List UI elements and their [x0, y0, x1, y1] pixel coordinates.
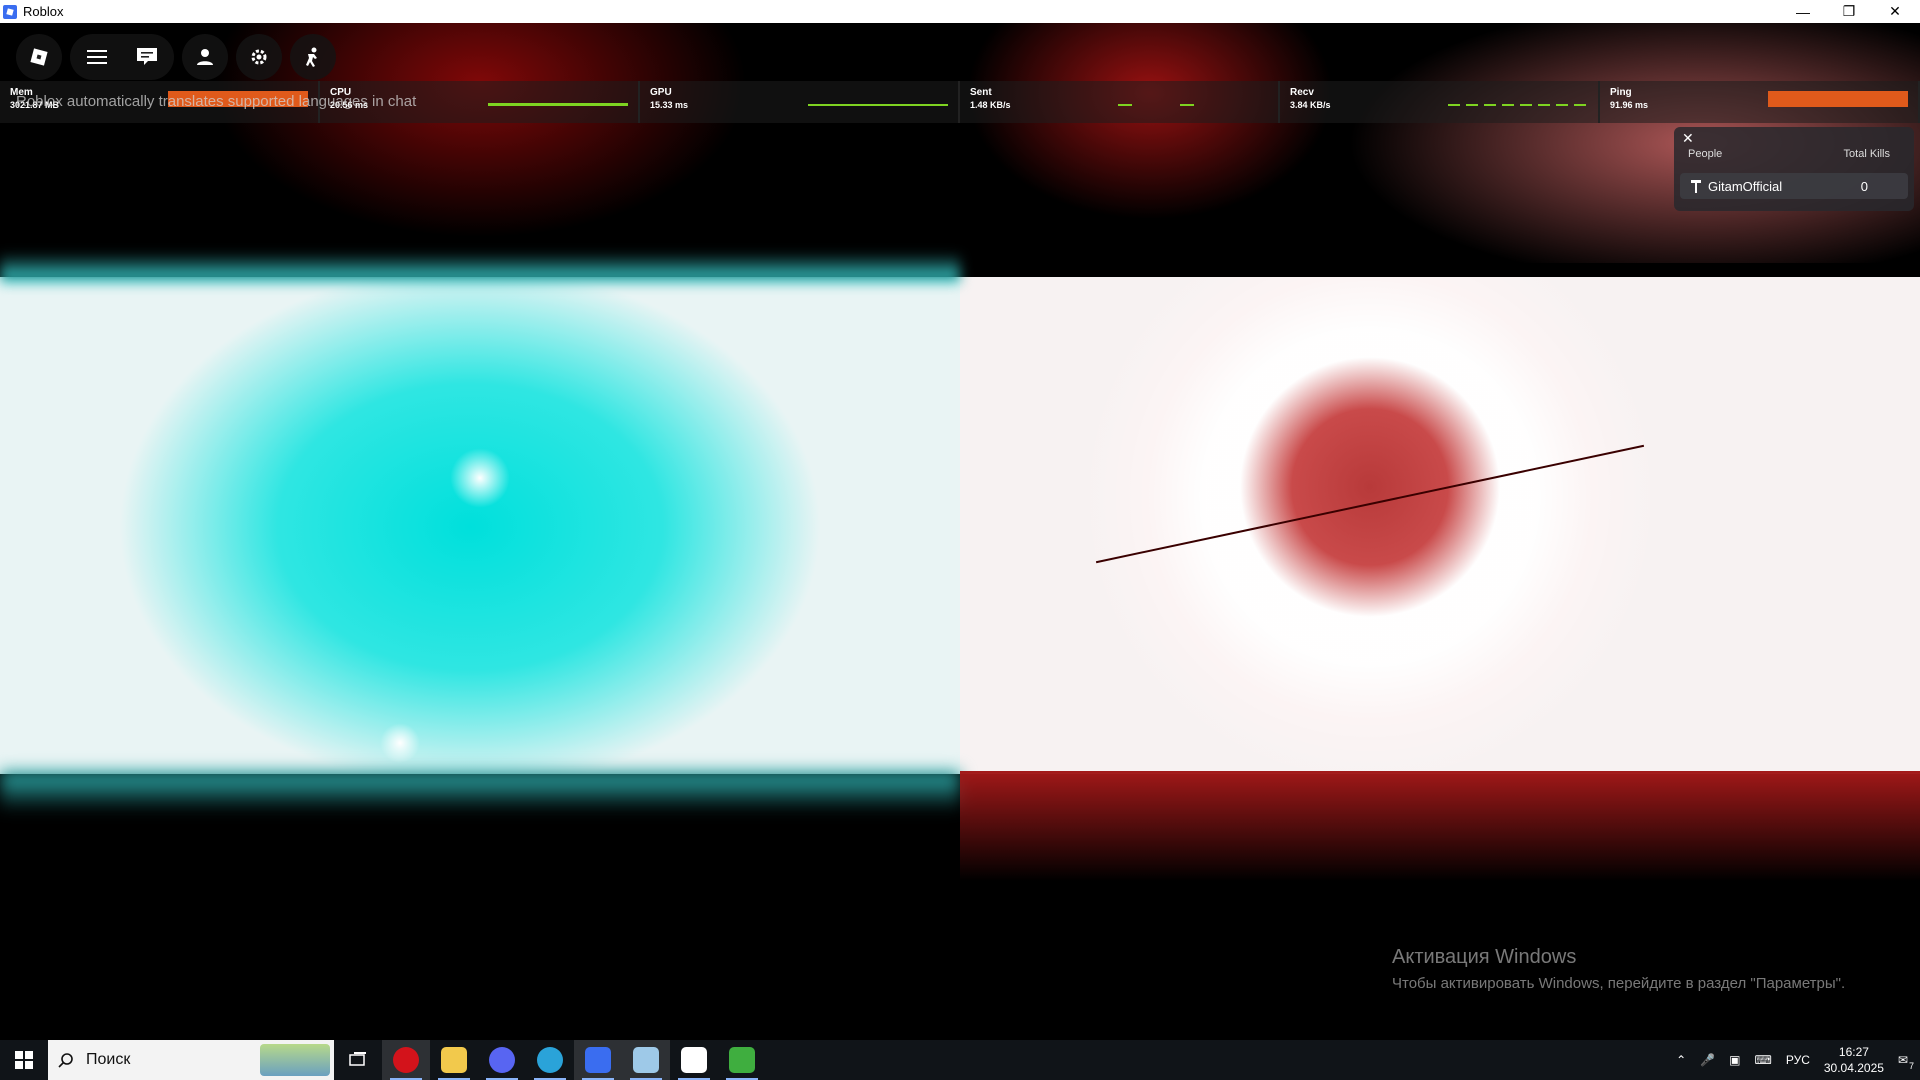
search-placeholder: Поиск: [86, 1051, 131, 1068]
notepad-icon[interactable]: [622, 1040, 670, 1080]
roblox-app-icon: [3, 4, 17, 19]
close-icon[interactable]: ✕: [1682, 130, 1694, 147]
stat-gpu[interactable]: GPU 15.33 ms: [640, 81, 960, 123]
language-indicator[interactable]: РУС: [1786, 1053, 1810, 1067]
light-spot: [450, 448, 510, 508]
keyboard-icon[interactable]: ⌨: [1755, 1053, 1772, 1067]
scene-glow: [0, 253, 960, 283]
stat-name: Recv: [1290, 87, 1314, 98]
premium-icon: [1690, 178, 1702, 194]
player-name: GitamOfficial: [1708, 178, 1783, 194]
telegram-icon[interactable]: [526, 1040, 574, 1080]
search-icon: [58, 1053, 73, 1068]
opera-icon[interactable]: [382, 1040, 430, 1080]
profile-icon[interactable]: [182, 34, 228, 80]
minecraft-icon[interactable]: [718, 1040, 766, 1080]
clock-date: 30.04.2025: [1823, 1061, 1884, 1075]
clock-time: 16:27: [1838, 1045, 1869, 1059]
roblox-logo-icon[interactable]: [16, 34, 62, 80]
taskbar: Поиск ⌃ 🎤 ▣ ⌨ РУС 16:27 30.04.2025 ✉ 7: [0, 1040, 1920, 1080]
roblox-studio-icon[interactable]: [670, 1040, 718, 1080]
player-kills: 0: [1860, 178, 1868, 194]
chat-system-message: Roblox automatically translates supporte…: [16, 93, 417, 110]
roblox-topbar: [16, 34, 336, 80]
system-tray: ⌃ 🎤 ▣ ⌨ РУС 16:27 30.04.2025 ✉ 7: [1676, 1040, 1920, 1080]
restore-button[interactable]: ❐: [1826, 0, 1872, 23]
chevron-up-icon[interactable]: ⌃: [1676, 1053, 1686, 1067]
light-spot: [380, 723, 420, 763]
taskbar-search[interactable]: Поиск: [48, 1040, 334, 1080]
scene-glow: [0, 771, 960, 811]
stat-name: GPU: [650, 87, 672, 98]
menu-icon[interactable]: [74, 34, 120, 80]
window-titlebar: Roblox — ❐ ✕: [0, 0, 1920, 23]
file-explorer-icon[interactable]: [430, 1040, 478, 1080]
leaderboard-header-kills: Total Kills: [1843, 148, 1890, 160]
clock[interactable]: 16:27 30.04.2025: [1824, 1044, 1884, 1076]
microphone-icon[interactable]: 🎤: [1700, 1053, 1715, 1067]
discord-icon[interactable]: [478, 1040, 526, 1080]
stat-recv[interactable]: Recv 3.84 KB/s: [1280, 81, 1600, 123]
scene-glow: [960, 771, 1920, 881]
activation-title: Активация Windows: [1392, 946, 1577, 968]
stat-sent[interactable]: Sent 1.48 KB/s: [960, 81, 1280, 123]
leaderboard: ✕ People Total Kills GitamOfficial 0: [1674, 127, 1914, 211]
roblox-icon[interactable]: [574, 1040, 622, 1080]
close-window-button[interactable]: ✕: [1872, 0, 1918, 23]
stat-graph: [1768, 91, 1908, 107]
activation-subtitle: Чтобы активировать Windows, перейдите в …: [1392, 975, 1846, 992]
stat-graph: [808, 104, 948, 106]
task-view-icon[interactable]: [334, 1040, 382, 1080]
notification-icon[interactable]: ✉ 7: [1898, 1053, 1914, 1071]
window-title: Roblox: [23, 4, 64, 19]
windows-icon: [15, 1051, 33, 1069]
topbar-group: [70, 34, 174, 80]
camera-icon[interactable]: ▣: [1729, 1053, 1740, 1067]
scene-cyan-eye: [0, 277, 960, 774]
stat-ping[interactable]: Ping 91.96 ms: [1600, 81, 1920, 123]
stat-graph: [1118, 104, 1198, 106]
search-highlight-image: [260, 1044, 330, 1076]
emote-icon[interactable]: [290, 34, 336, 80]
stat-graph: [488, 103, 628, 106]
chat-icon[interactable]: [124, 34, 170, 80]
stat-graph: [1448, 104, 1588, 106]
game-viewport[interactable]: [0, 23, 1920, 1040]
leaderboard-row[interactable]: GitamOfficial 0: [1680, 173, 1908, 199]
windows-activation-watermark: Активация Windows Чтобы активировать Win…: [1392, 946, 1845, 992]
minimize-button[interactable]: —: [1780, 0, 1826, 23]
start-button[interactable]: [0, 1040, 48, 1080]
leaderboard-header-people: People: [1688, 148, 1723, 160]
notification-count: 7: [1908, 1061, 1914, 1071]
settings-icon[interactable]: [236, 34, 282, 80]
stat-name: Sent: [970, 87, 992, 98]
